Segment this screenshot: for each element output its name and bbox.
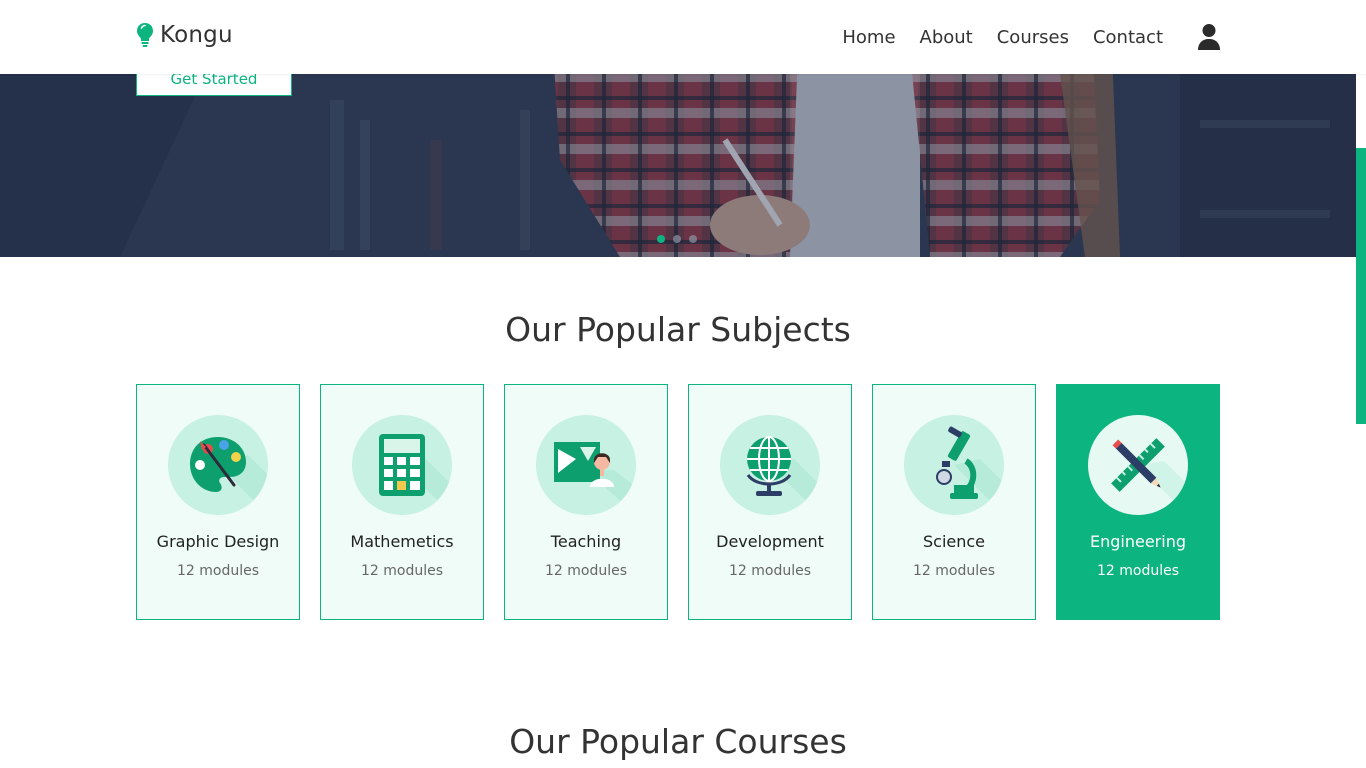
icon-circle xyxy=(1088,415,1188,515)
main-nav: Home About Courses Contact xyxy=(842,0,1366,74)
pencil-ruler-icon xyxy=(1111,438,1188,515)
subject-card-science[interactable]: Science 12 modules xyxy=(872,384,1036,620)
site-header: Kongu Home About Courses Contact xyxy=(0,0,1366,74)
subject-title: Science xyxy=(922,532,986,551)
scroll-indicator[interactable] xyxy=(1356,148,1366,424)
subject-modules: 12 modules xyxy=(728,563,812,579)
teacher-icon xyxy=(554,442,636,515)
nav-courses[interactable]: Courses xyxy=(997,27,1069,48)
nav-about[interactable]: About xyxy=(920,27,973,48)
microscope-icon xyxy=(936,426,1004,515)
subject-card-teaching[interactable]: Teaching 12 modules xyxy=(504,384,668,620)
icon-circle xyxy=(352,415,452,515)
subject-modules: 12 modules xyxy=(912,563,996,579)
globe-icon xyxy=(746,436,820,515)
subject-title: Mathemetics xyxy=(350,532,454,551)
carousel-dots xyxy=(657,235,705,243)
calculator-icon xyxy=(379,434,452,515)
subject-modules: 12 modules xyxy=(1096,563,1180,579)
carousel-dot-3[interactable] xyxy=(689,235,697,243)
subject-modules: 12 modules xyxy=(176,563,260,579)
nav-contact[interactable]: Contact xyxy=(1093,27,1163,48)
brand-name: Kongu xyxy=(160,22,233,48)
subject-title: Engineering xyxy=(1090,532,1186,551)
lightbulb-icon xyxy=(137,23,153,47)
carousel-dot-1[interactable] xyxy=(657,235,665,243)
courses-title: Our Popular Courses xyxy=(509,722,847,761)
carousel-dot-2[interactable] xyxy=(673,235,681,243)
subject-title: Teaching xyxy=(550,532,622,551)
subject-card-graphic-design[interactable]: Graphic Design 12 modules xyxy=(136,384,300,620)
subjects-list: Graphic Design 12 modules Mathemetics 12… xyxy=(136,384,1220,620)
icon-circle xyxy=(536,415,636,515)
subject-card-engineering[interactable]: Engineering 12 modules xyxy=(1056,384,1220,620)
subject-card-development[interactable]: Development 12 modules xyxy=(688,384,852,620)
subject-card-mathemetics[interactable]: Mathemetics 12 modules xyxy=(320,384,484,620)
user-icon[interactable] xyxy=(1197,23,1221,51)
subject-modules: 12 modules xyxy=(544,563,628,579)
palette-icon xyxy=(190,437,268,515)
subjects-title: Our Popular Subjects xyxy=(505,310,851,349)
subject-modules: 12 modules xyxy=(360,563,444,579)
subject-title: Graphic Design xyxy=(156,532,280,551)
nav-home[interactable]: Home xyxy=(842,27,895,48)
icon-circle xyxy=(720,415,820,515)
icon-circle xyxy=(904,415,1004,515)
subject-title: Development xyxy=(716,532,824,551)
brand-logo[interactable]: Kongu xyxy=(136,22,233,48)
icon-circle xyxy=(168,415,268,515)
